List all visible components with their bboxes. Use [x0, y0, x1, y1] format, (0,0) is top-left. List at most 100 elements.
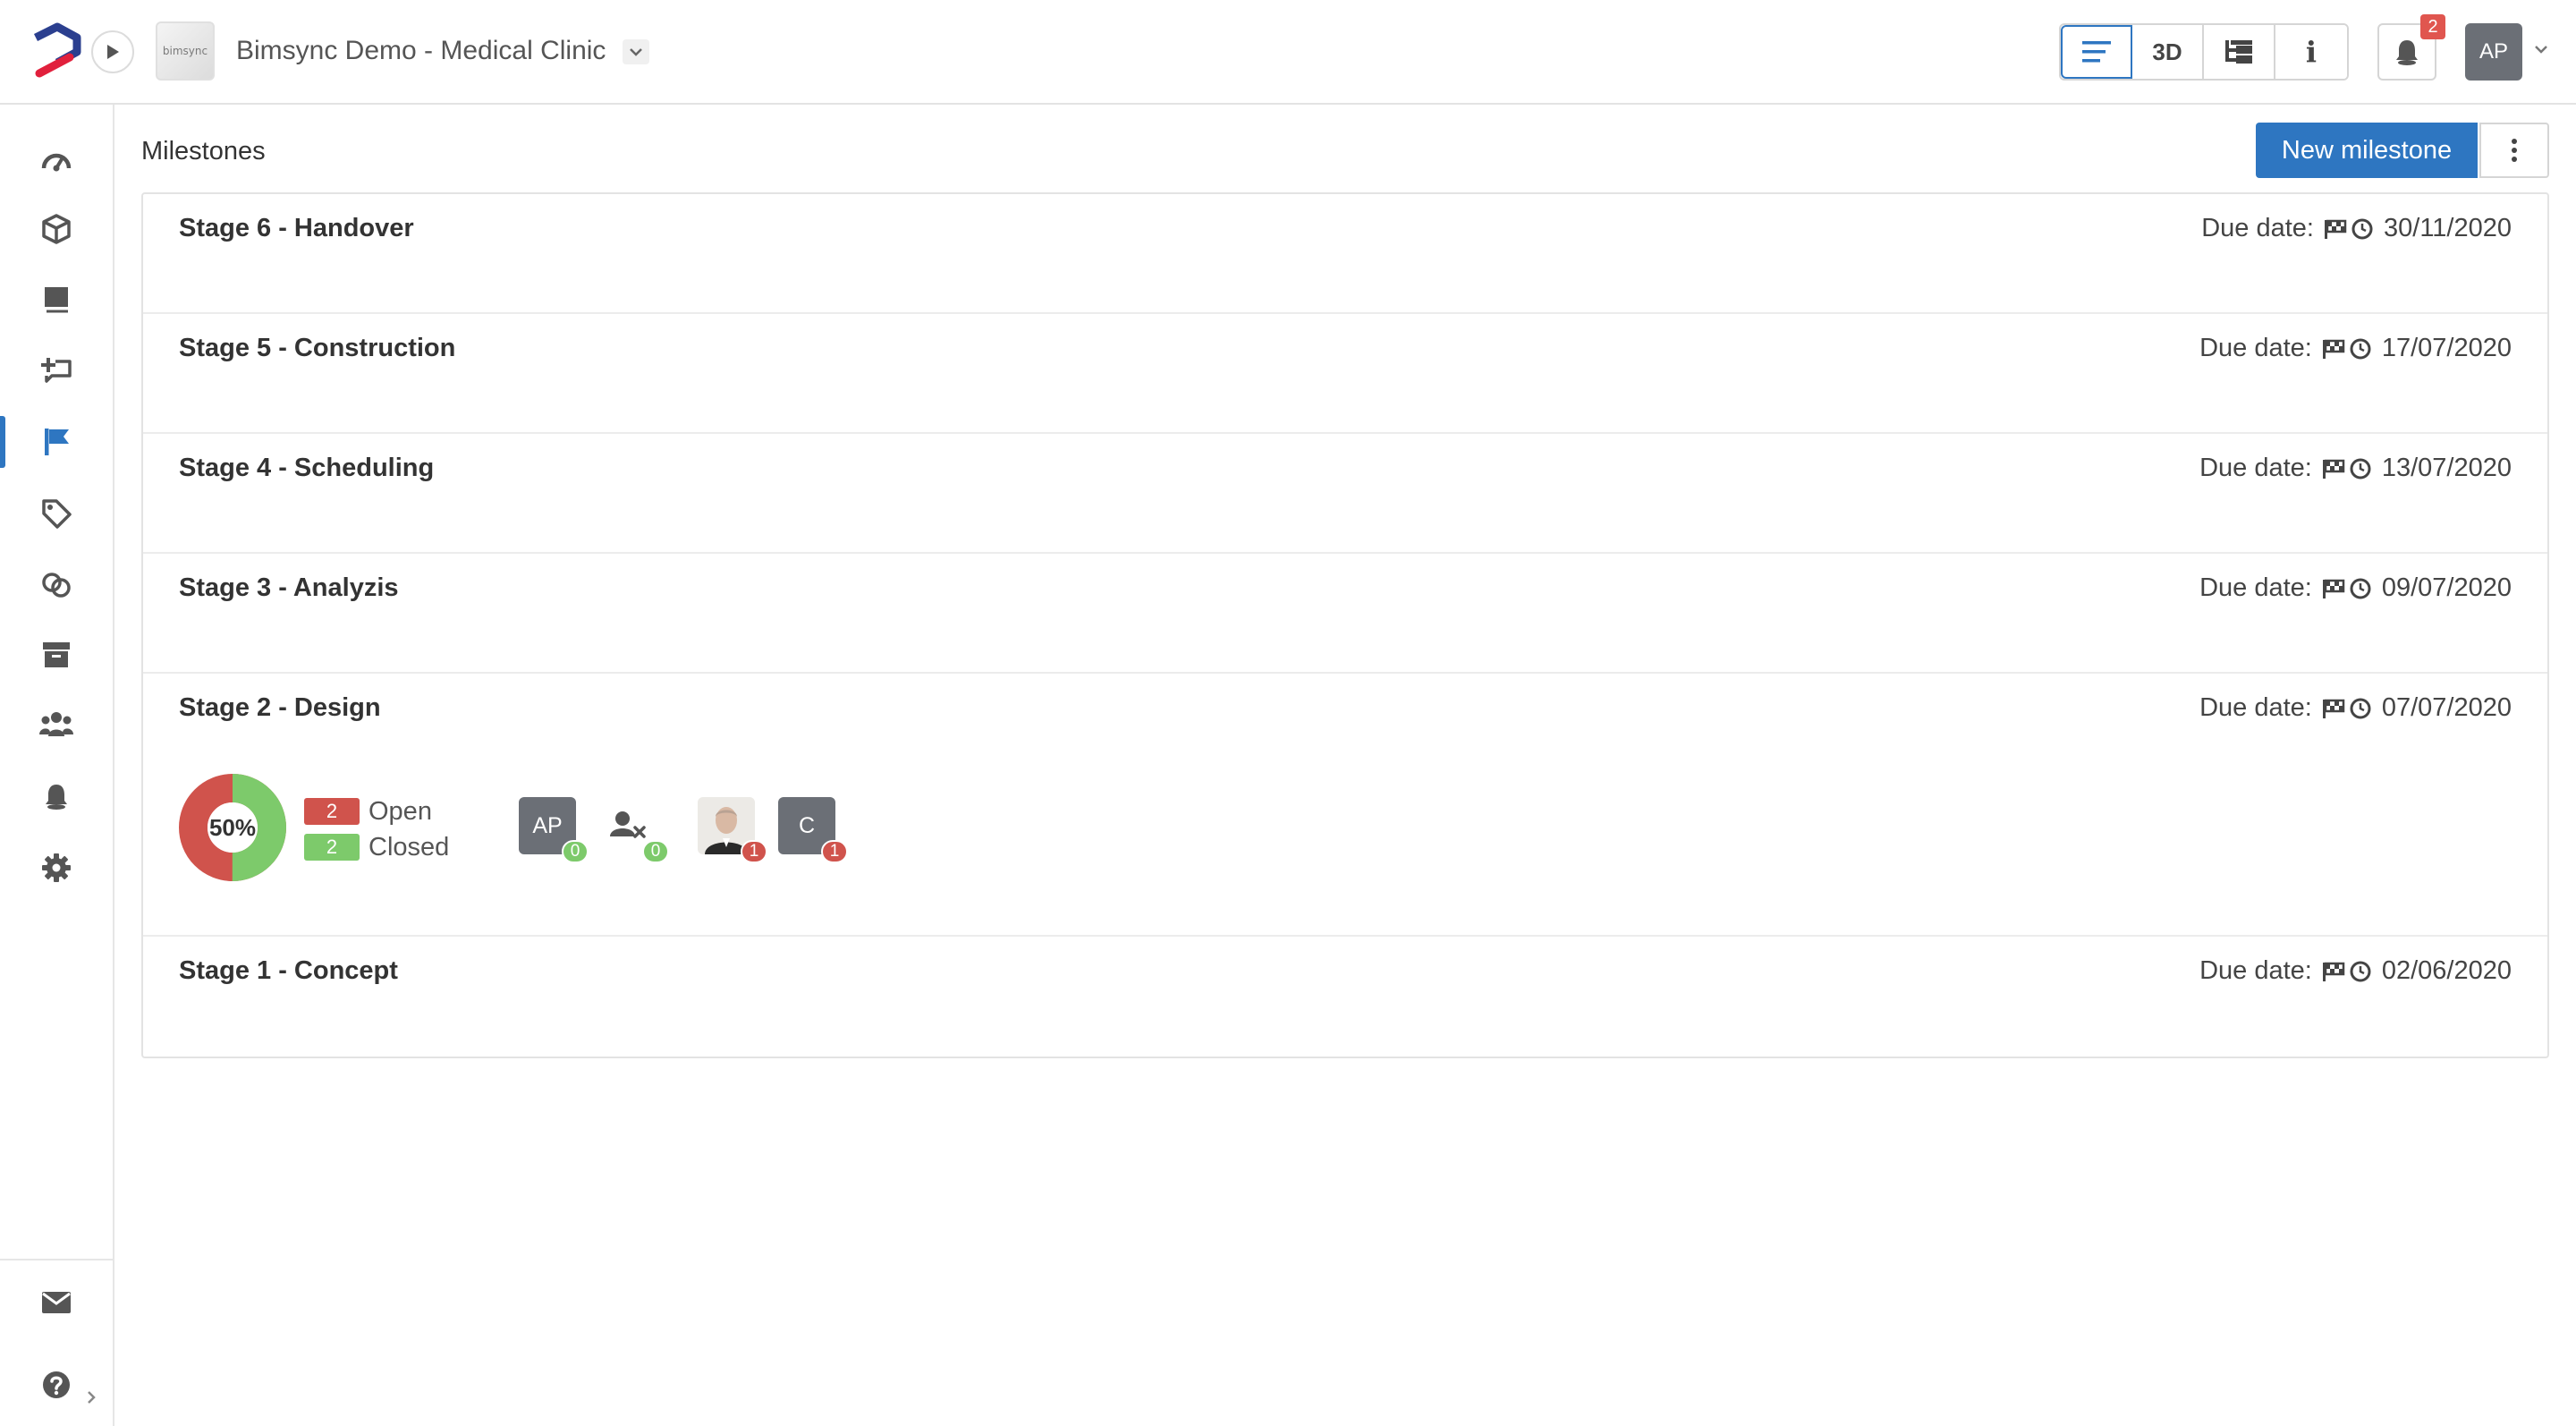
due-date: 07/07/2020	[2381, 693, 2512, 722]
project-name[interactable]: Bimsync Demo - Medical Clinic	[236, 36, 606, 66]
tree-icon	[2225, 40, 2252, 64]
sidebar-expand-toggle[interactable]	[82, 1384, 100, 1411]
due-label: Due date:	[2199, 454, 2312, 482]
assignee-avatar[interactable]: 1	[698, 797, 767, 863]
list-icon	[2082, 41, 2111, 63]
clock-icon	[2350, 698, 2371, 718]
chevron-down-icon	[2535, 46, 2547, 54]
sidebar-item-team[interactable]	[0, 693, 113, 756]
play-button[interactable]	[91, 30, 134, 73]
milestone-name: Stage 5 - Construction	[179, 334, 456, 362]
vertical-ellipsis-icon	[2512, 139, 2517, 162]
assignee-avatar[interactable]: C 1	[778, 797, 848, 863]
milestone-due: Due date: 09/07/2020	[2199, 573, 2512, 603]
gear-icon	[42, 853, 71, 882]
milestone-name: Stage 6 - Handover	[179, 214, 414, 242]
tree-view-button[interactable]	[2204, 25, 2275, 79]
page-title: Milestones	[141, 137, 266, 166]
sidebar-item-settings[interactable]	[0, 836, 113, 899]
milestone-due: Due date: 13/07/2020	[2199, 454, 2512, 483]
due-label: Due date:	[2199, 693, 2312, 722]
project-dropdown-button[interactable]	[623, 39, 649, 64]
milestone-row[interactable]: Stage 4 - Scheduling Due date: 13/07/202…	[143, 434, 2547, 554]
due-date: 17/07/2020	[2381, 334, 2512, 362]
bimsync-logo[interactable]	[30, 21, 86, 82]
3d-view-button[interactable]: 3D	[2132, 25, 2204, 79]
notification-count-badge: 2	[2420, 14, 2445, 39]
milestone-row[interactable]: Stage 1 - Concept Due date: 02/06/2020	[143, 937, 2547, 1057]
open-count-badge: 2	[304, 798, 360, 825]
issue-legend: 2 Open 2 Closed	[304, 794, 449, 865]
checkered-flag-icon	[2325, 219, 2347, 239]
milestone-name: Stage 1 - Concept	[179, 956, 398, 985]
due-label: Due date:	[2199, 956, 2312, 985]
chevron-right-icon	[88, 1391, 96, 1404]
sidebar-item-issues[interactable]	[0, 339, 113, 402]
unassigned-avatar[interactable]: 0	[599, 797, 669, 863]
3d-icon: 3D	[2152, 38, 2182, 65]
project-thumbnail[interactable]: bimsync	[156, 21, 215, 81]
chevron-down-icon	[630, 48, 642, 56]
assignee-count-badge: 0	[642, 840, 669, 863]
milestone-row[interactable]: Stage 3 - Analyzis Due date: 09/07/2020	[143, 554, 2547, 674]
checkered-flag-icon	[2322, 339, 2345, 359]
issues-icon	[41, 358, 72, 383]
clock-icon	[2350, 338, 2371, 359]
milestone-row[interactable]: Stage 5 - Construction Due date: 17/07/2…	[143, 314, 2547, 434]
clock-icon	[2350, 458, 2371, 479]
list-view-button[interactable]	[2061, 25, 2132, 79]
sidebar-item-archive[interactable]	[0, 624, 113, 686]
bell-icon	[2396, 40, 2418, 65]
dashboard-icon	[41, 153, 72, 172]
due-date: 02/06/2020	[2381, 956, 2512, 985]
top-bar: bimsync Bimsync Demo - Medical Clinic 3D…	[0, 0, 2576, 105]
flag-icon	[45, 429, 69, 455]
tag-icon	[42, 499, 72, 529]
link-icon	[42, 573, 71, 598]
due-date: 30/11/2020	[2384, 214, 2512, 242]
mail-icon	[42, 1292, 71, 1313]
play-icon	[107, 45, 119, 59]
sidebar-item-tags[interactable]	[0, 482, 113, 545]
sidebar-item-notifications[interactable]	[0, 765, 113, 828]
more-options-button[interactable]	[2479, 123, 2549, 178]
user-avatar[interactable]: AP	[2465, 23, 2522, 81]
sidebar-item-links[interactable]	[0, 554, 113, 616]
due-label: Due date:	[2201, 214, 2314, 242]
milestone-due: Due date: 07/07/2020	[2199, 693, 2512, 723]
progress-percent: 50%	[208, 813, 257, 841]
sidebar-item-dashboard[interactable]	[0, 130, 113, 192]
archive-icon	[43, 642, 70, 667]
assignee-count-badge: 1	[741, 840, 767, 863]
new-milestone-button[interactable]: New milestone	[2256, 123, 2478, 178]
clock-icon	[2351, 218, 2373, 239]
milestone-name: Stage 3 - Analyzis	[179, 573, 399, 602]
team-icon	[39, 712, 73, 736]
closed-issues[interactable]: 2 Closed	[304, 829, 449, 865]
project-thumb-text: bimsync	[162, 45, 208, 57]
closed-count-badge: 2	[304, 834, 360, 861]
view-toggle-group: 3D i	[2059, 23, 2349, 81]
info-button[interactable]: i	[2275, 25, 2347, 79]
sidebar-item-library[interactable]	[0, 268, 113, 331]
open-issues[interactable]: 2 Open	[304, 794, 449, 829]
checkered-flag-icon	[2322, 459, 2345, 479]
sidebar-item-models[interactable]	[0, 198, 113, 260]
clock-icon	[2350, 961, 2371, 981]
checkered-flag-icon	[2322, 962, 2345, 981]
milestone-name: Stage 2 - Design	[179, 693, 381, 722]
milestone-row[interactable]: Stage 6 - Handover Due date: 30/11/2020	[143, 194, 2547, 314]
sidebar-divider	[0, 1259, 113, 1260]
assignee-avatar[interactable]: AP 0	[519, 797, 589, 863]
sidebar-item-milestones[interactable]	[0, 411, 113, 473]
help-icon	[43, 1371, 70, 1398]
closed-label: Closed	[369, 832, 450, 862]
assignee-count-badge: 1	[821, 840, 848, 863]
milestone-row[interactable]: Stage 2 - Design Due date: 07/07/2020 50…	[143, 674, 2547, 937]
info-icon: i	[2305, 35, 2318, 69]
milestone-due: Due date: 17/07/2020	[2199, 334, 2512, 363]
due-date: 09/07/2020	[2381, 573, 2512, 602]
sidebar-item-messages[interactable]	[0, 1271, 113, 1334]
due-date: 13/07/2020	[2381, 454, 2512, 482]
user-menu-caret[interactable]	[2531, 39, 2551, 59]
